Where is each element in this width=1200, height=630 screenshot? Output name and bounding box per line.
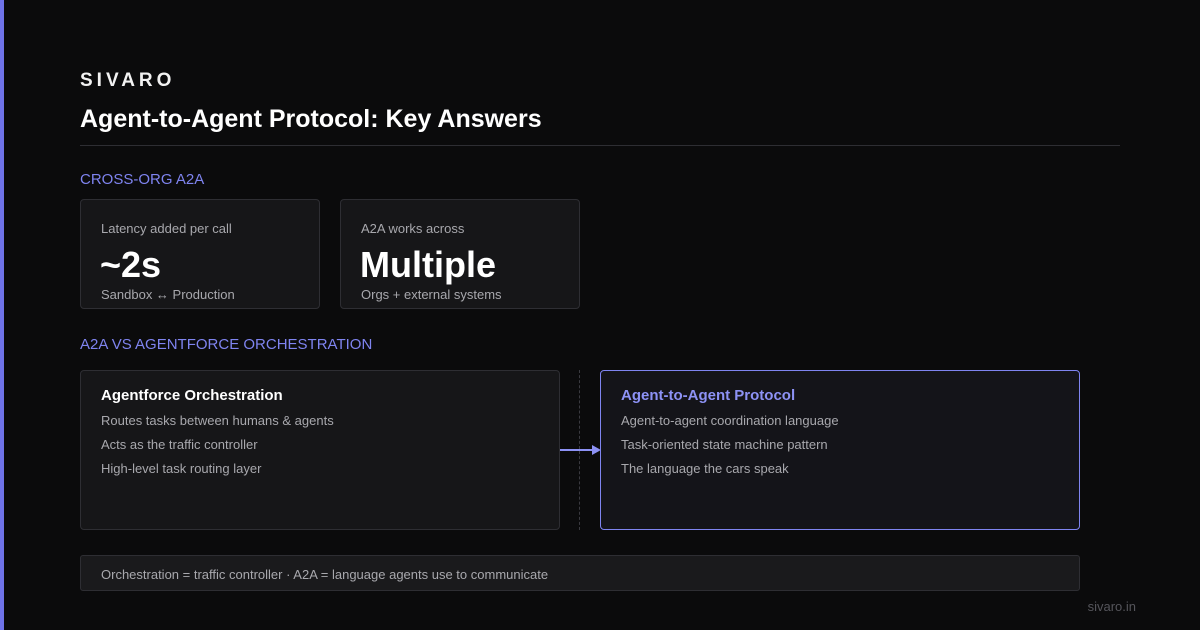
panel-agentforce-orchestration: Agentforce Orchestration Routes tasks be… <box>80 370 560 530</box>
stat-caption: Latency added per call <box>101 221 232 236</box>
summary-footer: Orchestration = traffic controller · A2A… <box>80 555 1080 591</box>
stat-value: Multiple <box>360 244 496 285</box>
summary-text: Orchestration = traffic controller · A2A… <box>101 567 549 582</box>
panel-list: Routes tasks between humans & agents Act… <box>101 413 334 485</box>
list-item: The language the cars speak <box>621 461 789 476</box>
accent-bar <box>0 0 4 630</box>
list-item: High-level task routing layer <box>101 461 262 476</box>
panel-title: Agentforce Orchestration <box>101 387 283 404</box>
panel-list: Agent-to-agent coordination language Tas… <box>621 413 839 485</box>
list-item: Agent-to-agent coordination language <box>621 413 839 428</box>
stat-caption: A2A works across <box>361 221 465 236</box>
stat-value: ~2s <box>100 244 162 285</box>
section-label-comparison: A2A VS AGENTFORCE ORCHESTRATION <box>80 336 373 353</box>
section-label-cross-org: CROSS-ORG A2A <box>80 171 205 188</box>
page-title: Agent-to-Agent Protocol: Key Answers <box>80 105 542 133</box>
arrow-right-icon <box>560 445 601 455</box>
list-item: Routes tasks between humans & agents <box>101 413 334 428</box>
panel-title: Agent-to-Agent Protocol <box>621 387 796 404</box>
stat-card-scope: A2A works across Multiple Orgs + externa… <box>340 199 580 309</box>
list-item: Acts as the traffic controller <box>101 437 258 452</box>
title-divider <box>80 145 1120 146</box>
site-url: sivaro.in <box>1087 599 1136 614</box>
brand-logo: SIVARO <box>80 70 176 91</box>
stat-subtext: Orgs + external systems <box>361 287 502 302</box>
panel-agent-to-agent-protocol: Agent-to-Agent Protocol Agent-to-agent c… <box>600 370 1080 530</box>
stat-card-latency: Latency added per call ~2s Sandbox ↔ Pro… <box>80 199 320 309</box>
stat-subtext: Sandbox ↔ Production <box>101 287 235 302</box>
list-item: Task-oriented state machine pattern <box>621 437 828 452</box>
